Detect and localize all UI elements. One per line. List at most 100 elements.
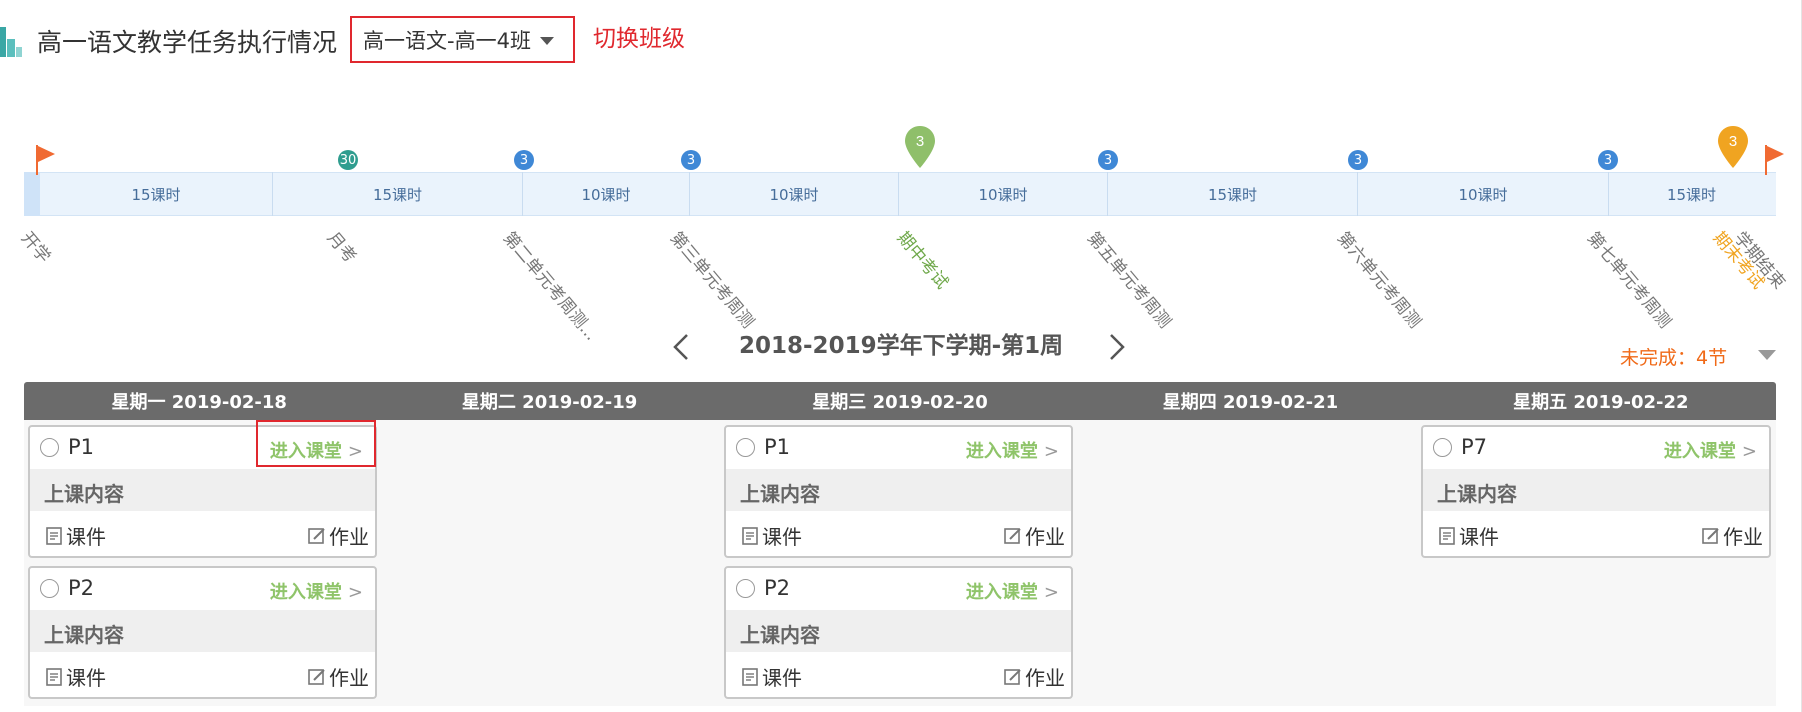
- next-week-icon[interactable]: [1108, 333, 1126, 361]
- timeline-start: [24, 172, 40, 216]
- timeline-segment: 10课时: [581, 185, 631, 204]
- day-header: 星期一 2019-02-18: [111, 392, 287, 413]
- timeline-marker[interactable]: 3: [681, 150, 701, 170]
- lesson-card: P2 进入课堂 > 上课内容 课件 作业: [28, 566, 377, 699]
- incomplete-count[interactable]: 未完成：4节: [1620, 343, 1727, 370]
- highlight-box: [256, 420, 376, 467]
- timeline-segment: 15课时: [1207, 185, 1258, 204]
- homework-label: 作业: [329, 666, 369, 690]
- homework-label: 作业: [1025, 525, 1065, 549]
- homework-label: 作业: [1025, 666, 1065, 690]
- courseware-link[interactable]: 课件: [1437, 521, 1499, 550]
- timeline-label-midterm: 期中考试: [892, 228, 952, 294]
- timeline-segment: 15课时: [131, 185, 181, 204]
- final-pin-icon[interactable]: 3: [1716, 124, 1750, 170]
- courseware-label: 课件: [762, 525, 802, 549]
- schedule-header: 星期一 2019-02-18 星期二 2019-02-19 星期三 2019-0…: [24, 382, 1776, 420]
- document-icon: [46, 526, 62, 545]
- enter-class-link[interactable]: 进入课堂 >: [966, 437, 1059, 463]
- end-flag-icon: [1765, 145, 1784, 175]
- lesson-content-label: 上课内容: [44, 482, 124, 506]
- homework-link[interactable]: 作业: [307, 662, 369, 691]
- week-title: 2018-2019学年下学期-第1周: [739, 333, 1064, 359]
- start-flag-icon: [36, 145, 55, 175]
- edit-icon: [1004, 527, 1021, 544]
- select-radio[interactable]: [736, 579, 755, 598]
- timeline-segment: 15课时: [372, 185, 423, 204]
- homework-link[interactable]: 作业: [1701, 521, 1763, 550]
- edit-icon: [308, 527, 325, 544]
- homework-link[interactable]: 作业: [307, 521, 369, 550]
- class-select[interactable]: 高一语文-高一4班: [350, 16, 575, 63]
- timeline-segment: 15课时: [1666, 185, 1717, 204]
- timeline-segment: 10课时: [1458, 185, 1508, 204]
- courseware-label: 课件: [1459, 525, 1499, 549]
- enter-class-link[interactable]: 进入课堂 >: [966, 578, 1059, 604]
- day-header: 星期三 2019-02-20: [812, 392, 988, 413]
- homework-label: 作业: [329, 525, 369, 549]
- courseware-link[interactable]: 课件: [44, 521, 106, 550]
- midterm-pin-count: 3: [916, 133, 924, 150]
- edit-icon: [308, 668, 325, 685]
- homework-link[interactable]: 作业: [1003, 662, 1065, 691]
- lesson-content-label: 上课内容: [740, 482, 820, 506]
- courseware-link[interactable]: 课件: [740, 521, 802, 550]
- period-label: P2: [68, 576, 95, 600]
- class-select-value: 高一语文-高一4班: [363, 28, 531, 53]
- timeline-marker[interactable]: 3: [1348, 150, 1368, 170]
- logo-icon: [0, 27, 22, 57]
- caret-down-icon: [540, 37, 554, 45]
- period-label: P7: [1461, 435, 1488, 459]
- timeline-label: 第七单元考周测: [1582, 228, 1675, 333]
- final-pin-count: 3: [1729, 133, 1737, 150]
- timeline-label: 开学: [16, 228, 55, 268]
- select-radio[interactable]: [40, 438, 59, 457]
- timeline-segment: 10课时: [978, 185, 1028, 204]
- document-icon: [46, 667, 62, 686]
- lesson-content-label: 上课内容: [740, 623, 820, 647]
- timeline-label: 第六单元考周测: [1332, 228, 1425, 333]
- edit-icon: [1702, 527, 1719, 544]
- timeline-marker[interactable]: 3: [1098, 150, 1118, 170]
- chevron-right-icon: >: [1043, 441, 1059, 462]
- timeline-label: 第五单元考周测: [1082, 228, 1175, 333]
- enter-class-link[interactable]: 进入课堂 >: [270, 578, 363, 604]
- select-radio[interactable]: [1433, 438, 1452, 457]
- select-radio[interactable]: [736, 438, 755, 457]
- lesson-content-label: 上课内容: [44, 623, 124, 647]
- homework-label: 作业: [1723, 525, 1763, 549]
- timeline-label: 第三单元考周测: [665, 228, 758, 333]
- enter-class-label: 进入课堂: [1663, 441, 1736, 462]
- enter-class-label: 进入课堂: [269, 582, 342, 603]
- period-label: P1: [68, 435, 95, 459]
- caret-down-icon[interactable]: [1758, 350, 1776, 360]
- lesson-card: P2 进入课堂 > 上课内容 课件 作业: [724, 566, 1073, 699]
- courseware-label: 课件: [762, 666, 802, 690]
- enter-class-link[interactable]: 进入课堂 >: [1664, 437, 1757, 463]
- courseware-link[interactable]: 课件: [740, 662, 802, 691]
- timeline-marker[interactable]: 3: [514, 150, 534, 170]
- chevron-right-icon: >: [1741, 441, 1757, 462]
- courseware-link[interactable]: 课件: [44, 662, 106, 691]
- prev-week-icon[interactable]: [672, 333, 690, 361]
- enter-class-label: 进入课堂: [965, 441, 1038, 462]
- timeline-label: 月考: [322, 228, 361, 268]
- timeline-label: 第二单元考周测...: [498, 228, 602, 345]
- page-title: 高一语文教学任务执行情况: [37, 28, 338, 57]
- day-header: 星期四 2019-02-21: [1162, 392, 1339, 413]
- period-label: P1: [764, 435, 791, 459]
- courseware-label: 课件: [66, 525, 106, 549]
- homework-link[interactable]: 作业: [1003, 521, 1065, 550]
- chevron-right-icon: >: [347, 582, 363, 603]
- period-label: P2: [764, 576, 791, 600]
- select-radio[interactable]: [40, 579, 59, 598]
- day-header: 星期二 2019-02-19: [461, 392, 638, 413]
- timeline-marker[interactable]: 3: [1598, 150, 1618, 170]
- chevron-right-icon: >: [1043, 582, 1059, 603]
- document-icon: [742, 526, 758, 545]
- timeline-segment: 10课时: [769, 185, 819, 204]
- midterm-pin-icon[interactable]: 3: [903, 124, 937, 170]
- timeline-marker-monthly[interactable]: 30: [338, 150, 358, 170]
- document-icon: [1439, 526, 1455, 545]
- edit-icon: [1004, 668, 1021, 685]
